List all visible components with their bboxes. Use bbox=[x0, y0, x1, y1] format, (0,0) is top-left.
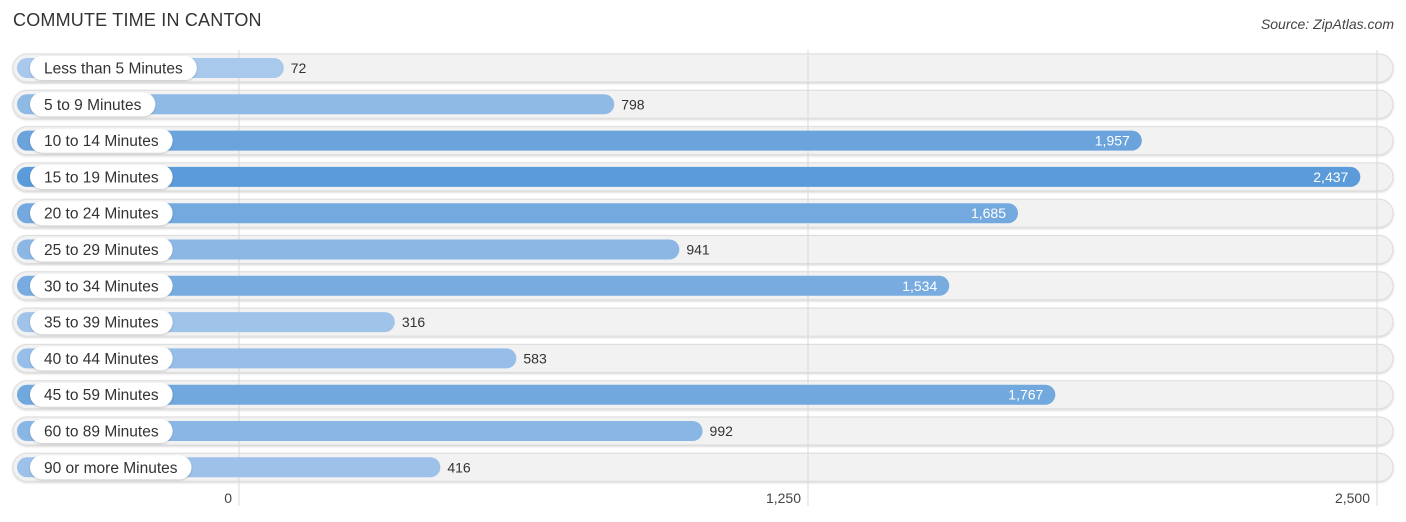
category-label: 45 to 59 Minutes bbox=[44, 387, 159, 404]
bar bbox=[17, 130, 1142, 151]
category-label: 40 to 44 Minutes bbox=[44, 351, 159, 368]
category-label: 15 to 19 Minutes bbox=[44, 169, 159, 186]
value-label: 798 bbox=[621, 96, 645, 112]
value-label: 941 bbox=[686, 242, 710, 258]
value-label: 1,685 bbox=[971, 205, 1006, 221]
value-label: 316 bbox=[402, 314, 426, 330]
value-label: 416 bbox=[447, 459, 471, 475]
value-label: 1,767 bbox=[1008, 387, 1043, 403]
category-label: 60 to 89 Minutes bbox=[44, 424, 159, 441]
value-label: 1,534 bbox=[902, 278, 937, 294]
category-label: 35 to 39 Minutes bbox=[44, 315, 159, 332]
value-label: 1,957 bbox=[1095, 133, 1130, 149]
bars bbox=[17, 58, 1361, 478]
value-label: 992 bbox=[710, 423, 734, 439]
value-label: 583 bbox=[523, 350, 547, 366]
x-tick-label: 0 bbox=[224, 490, 232, 506]
value-labels: 72 798 1,957 2,437 1,685 941 1,534 316 583 1,767 9… bbox=[291, 60, 1349, 475]
bar-chart: Less than 5 Minutes 5 to 9 Minutes 10 to 1… bbox=[12, 50, 1394, 506]
category-label: 30 to 34 Minutes bbox=[44, 278, 159, 295]
x-tick-label: 1,250 bbox=[766, 490, 801, 506]
value-label: 72 bbox=[291, 60, 307, 76]
category-label: 25 to 29 Minutes bbox=[44, 242, 159, 259]
value-label: 2,437 bbox=[1313, 169, 1348, 185]
category-label: 5 to 9 Minutes bbox=[44, 97, 142, 114]
category-label: Less than 5 Minutes bbox=[44, 61, 183, 78]
bar-tracks bbox=[12, 53, 1394, 482]
x-axis-ticks: 0 1,250 2,500 bbox=[224, 490, 1370, 506]
category-labels: Less than 5 Minutes 5 to 9 Minutes 10 to 1… bbox=[30, 56, 197, 480]
category-label: 20 to 24 Minutes bbox=[44, 206, 159, 223]
category-label: 90 or more Minutes bbox=[44, 460, 178, 477]
bar bbox=[17, 166, 1361, 187]
category-label: 10 to 14 Minutes bbox=[44, 133, 159, 150]
x-tick-label: 2,500 bbox=[1335, 490, 1370, 506]
bar bbox=[17, 384, 1056, 405]
